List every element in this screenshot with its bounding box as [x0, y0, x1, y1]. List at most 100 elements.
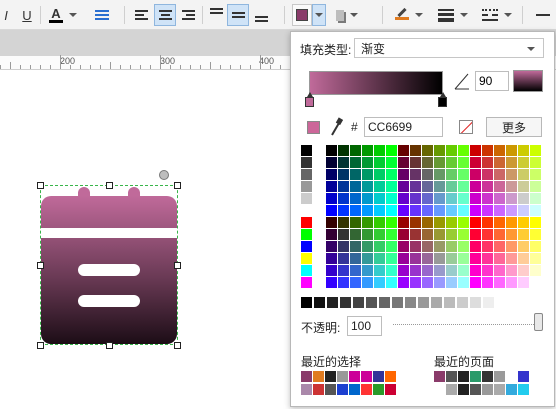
- palette-swatch[interactable]: [506, 277, 517, 288]
- bullet-list-button[interactable]: [92, 4, 112, 26]
- palette-swatch[interactable]: [410, 229, 421, 240]
- align-center-button[interactable]: [154, 4, 176, 26]
- palette-swatch[interactable]: [482, 157, 493, 168]
- recent-color-swatch[interactable]: [385, 371, 396, 382]
- palette-swatch[interactable]: [446, 157, 457, 168]
- recent-page-swatch[interactable]: [434, 371, 445, 382]
- palette-swatch[interactable]: [458, 229, 469, 240]
- palette-swatch[interactable]: [506, 193, 517, 204]
- palette-swatch[interactable]: [458, 217, 469, 228]
- resize-handle-n[interactable]: [106, 182, 113, 189]
- fill-color-button[interactable]: [292, 4, 312, 26]
- palette-swatch[interactable]: [338, 145, 349, 156]
- recent-page-swatch[interactable]: [446, 384, 457, 395]
- palette-swatch[interactable]: [458, 241, 469, 252]
- palette-swatch[interactable]: [301, 145, 312, 156]
- palette-swatch[interactable]: [422, 157, 433, 168]
- palette-swatch[interactable]: [326, 169, 337, 180]
- valign-top-button[interactable]: [206, 4, 226, 26]
- palette-swatch[interactable]: [446, 253, 457, 264]
- palette-swatch[interactable]: [530, 193, 541, 204]
- palette-swatch[interactable]: [326, 241, 337, 252]
- palette-swatch[interactable]: [374, 241, 385, 252]
- palette-swatch[interactable]: [506, 145, 517, 156]
- hex-color-input[interactable]: CC6699: [364, 117, 443, 137]
- palette-swatch[interactable]: [518, 241, 529, 252]
- palette-swatch[interactable]: [350, 157, 361, 168]
- recent-page-swatch[interactable]: [518, 371, 529, 382]
- recent-color-swatch[interactable]: [337, 384, 348, 395]
- palette-swatch[interactable]: [374, 193, 385, 204]
- palette-swatch[interactable]: [518, 157, 529, 168]
- recent-page-swatch[interactable]: [458, 371, 469, 382]
- palette-swatch[interactable]: [326, 205, 337, 216]
- palette-swatch[interactable]: [386, 193, 397, 204]
- shadow-button[interactable]: [336, 4, 358, 26]
- line-style-button[interactable]: [480, 4, 514, 26]
- palette-swatch[interactable]: [494, 229, 505, 240]
- gray-swatch[interactable]: [483, 297, 494, 308]
- gray-swatch[interactable]: [366, 297, 377, 308]
- palette-swatch[interactable]: [482, 277, 493, 288]
- palette-swatch[interactable]: [362, 253, 373, 264]
- palette-swatch[interactable]: [410, 253, 421, 264]
- palette-swatch[interactable]: [458, 277, 469, 288]
- palette-swatch[interactable]: [410, 193, 421, 204]
- palette-swatch[interactable]: [446, 265, 457, 276]
- palette-swatch[interactable]: [494, 193, 505, 204]
- palette-swatch[interactable]: [506, 229, 517, 240]
- palette-swatch[interactable]: [398, 157, 409, 168]
- palette-swatch[interactable]: [530, 253, 541, 264]
- palette-swatch[interactable]: [398, 145, 409, 156]
- palette-swatch[interactable]: [506, 181, 517, 192]
- valign-middle-button[interactable]: [227, 4, 249, 26]
- palette-swatch[interactable]: [482, 169, 493, 180]
- palette-swatch[interactable]: [398, 277, 409, 288]
- recent-color-swatch[interactable]: [325, 371, 336, 382]
- line-weight-button[interactable]: [436, 4, 470, 26]
- palette-swatch[interactable]: [434, 265, 445, 276]
- palette-swatch[interactable]: [301, 157, 312, 168]
- palette-swatch[interactable]: [422, 193, 433, 204]
- palette-swatch[interactable]: [446, 193, 457, 204]
- palette-swatch[interactable]: [434, 241, 445, 252]
- palette-swatch[interactable]: [301, 241, 312, 252]
- recent-color-swatch[interactable]: [301, 384, 312, 395]
- palette-swatch[interactable]: [326, 181, 337, 192]
- palette-swatch[interactable]: [386, 205, 397, 216]
- palette-swatch[interactable]: [446, 229, 457, 240]
- palette-swatch[interactable]: [398, 217, 409, 228]
- palette-swatch[interactable]: [338, 181, 349, 192]
- palette-swatch[interactable]: [518, 145, 529, 156]
- palette-swatch[interactable]: [434, 157, 445, 168]
- palette-swatch[interactable]: [350, 229, 361, 240]
- palette-swatch[interactable]: [482, 241, 493, 252]
- gradient-stop-end[interactable]: [438, 92, 447, 107]
- palette-swatch[interactable]: [386, 145, 397, 156]
- palette-swatch[interactable]: [458, 181, 469, 192]
- underline-button[interactable]: U: [17, 4, 37, 26]
- recent-page-swatch[interactable]: [458, 384, 469, 395]
- palette-swatch[interactable]: [434, 193, 445, 204]
- palette-swatch[interactable]: [362, 169, 373, 180]
- palette-swatch[interactable]: [410, 277, 421, 288]
- palette-swatch[interactable]: [350, 181, 361, 192]
- palette-swatch[interactable]: [362, 193, 373, 204]
- palette-swatch[interactable]: [458, 265, 469, 276]
- palette-swatch[interactable]: [434, 253, 445, 264]
- palette-swatch[interactable]: [482, 145, 493, 156]
- palette-swatch[interactable]: [326, 193, 337, 204]
- palette-swatch[interactable]: [398, 229, 409, 240]
- palette-swatch[interactable]: [362, 241, 373, 252]
- palette-swatch[interactable]: [446, 277, 457, 288]
- gray-swatch[interactable]: [470, 297, 481, 308]
- palette-swatch[interactable]: [374, 253, 385, 264]
- recent-page-swatch[interactable]: [470, 371, 481, 382]
- gray-swatch[interactable]: [405, 297, 416, 308]
- palette-swatch[interactable]: [374, 169, 385, 180]
- palette-swatch[interactable]: [506, 253, 517, 264]
- resize-handle-ne[interactable]: [174, 182, 181, 189]
- gray-swatch[interactable]: [340, 297, 351, 308]
- palette-swatch[interactable]: [374, 157, 385, 168]
- align-right-button[interactable]: [178, 4, 198, 26]
